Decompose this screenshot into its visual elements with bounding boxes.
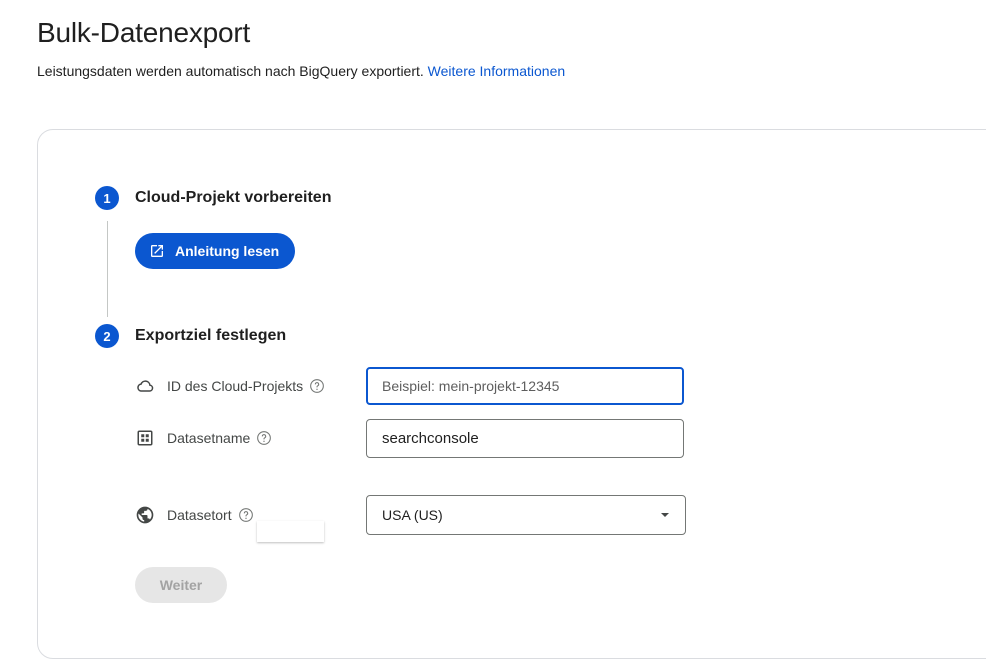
dataset-name-input[interactable] [366, 419, 684, 458]
page-title: Bulk-Datenexport [37, 17, 251, 48]
project-id-row: ID des Cloud-Projekts [135, 375, 325, 397]
step-1-title: Cloud-Projekt vorbereiten [135, 189, 332, 206]
step-1-number: 1 [95, 186, 119, 210]
step-2-title: Exportziel festlegen [135, 327, 287, 344]
learn-more-link[interactable]: Weitere Informationen [428, 63, 565, 79]
dataset-name-row: Datasetname [135, 427, 272, 449]
read-guide-button[interactable]: Anleitung lesen [135, 233, 296, 269]
export-setup-card: 1 Cloud-Projekt vorbereiten Anleitung le… [37, 129, 986, 659]
dataset-location-select[interactable]: USA (US) [366, 495, 686, 535]
help-icon[interactable] [238, 507, 254, 523]
dropdown-arrow-icon [660, 510, 670, 520]
dataset-location-value: USA (US) [382, 507, 443, 523]
help-icon[interactable] [256, 430, 272, 446]
project-id-input[interactable] [366, 367, 684, 405]
cloud-icon [135, 376, 155, 396]
dataset-location-label: Datasetort [167, 507, 232, 523]
open-in-new-icon [149, 243, 165, 259]
help-icon[interactable] [309, 378, 325, 394]
step-connector [107, 221, 108, 317]
step-2-number: 2 [95, 324, 119, 348]
dataset-name-label: Datasetname [167, 430, 251, 446]
description-text: Leistungsdaten werden automatisch nach B… [37, 63, 424, 79]
project-id-label: ID des Cloud-Projekts [167, 378, 304, 394]
grid-icon [135, 428, 155, 448]
read-guide-label: Anleitung lesen [175, 243, 280, 259]
continue-button[interactable]: Weiter [135, 567, 227, 603]
page-description: Leistungsdaten werden automatisch nach B… [37, 63, 565, 79]
globe-icon [135, 505, 155, 525]
dataset-location-row: Datasetort [135, 504, 254, 526]
tooltip-popup [257, 521, 324, 542]
